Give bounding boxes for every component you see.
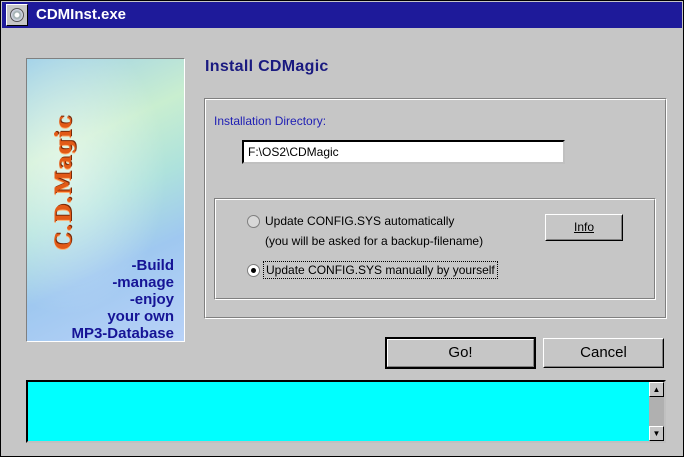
banner-tagline: -Build -manage -enjoy your own MP3-Datab… xyxy=(71,257,175,342)
tagline-line: -Build xyxy=(131,257,175,274)
update-auto-radio[interactable] xyxy=(247,215,260,228)
title-bar[interactable]: CDMInst.exe xyxy=(2,2,682,28)
banner-image: C.D.Magic -Build -manage -enjoy your own… xyxy=(26,58,185,342)
update-auto-hint: (you will be asked for a backup-filename… xyxy=(265,234,484,248)
update-auto-label[interactable]: Update CONFIG.SYS automatically xyxy=(265,214,454,228)
info-button-label: Info xyxy=(573,220,594,234)
info-button[interactable]: Info xyxy=(545,214,623,241)
log-scrollbar[interactable]: ▲ ▼ xyxy=(649,382,664,441)
system-menu-button[interactable] xyxy=(6,4,28,26)
cd-disc-icon xyxy=(10,8,24,22)
logo-text: C.D.Magic xyxy=(51,114,77,250)
update-manual-label[interactable]: Update CONFIG.SYS manually by yourself xyxy=(263,261,498,279)
log-output-area[interactable]: ▲ ▼ xyxy=(26,380,666,443)
tagline-line: MP3-Database xyxy=(71,325,174,342)
page-title: Install CDMagic xyxy=(205,58,329,75)
installer-window: CDMInst.exe C.D.Magic -Build -manage -en… xyxy=(0,0,684,457)
tagline-line: your own xyxy=(107,308,174,325)
installation-directory-input[interactable] xyxy=(242,140,565,164)
tagline-line: -enjoy xyxy=(129,291,174,308)
go-button[interactable]: Go! xyxy=(385,337,536,369)
arrow-up-icon[interactable]: ▲ xyxy=(649,382,664,397)
window-title: CDMInst.exe xyxy=(36,6,127,23)
tagline-line: -manage xyxy=(112,274,174,291)
arrow-down-icon[interactable]: ▼ xyxy=(649,426,664,441)
cancel-button[interactable]: Cancel xyxy=(543,338,664,368)
update-manual-radio[interactable] xyxy=(247,264,260,277)
scrollbar-thumb[interactable] xyxy=(649,397,664,426)
installation-directory-label: Installation Directory: xyxy=(214,114,327,128)
